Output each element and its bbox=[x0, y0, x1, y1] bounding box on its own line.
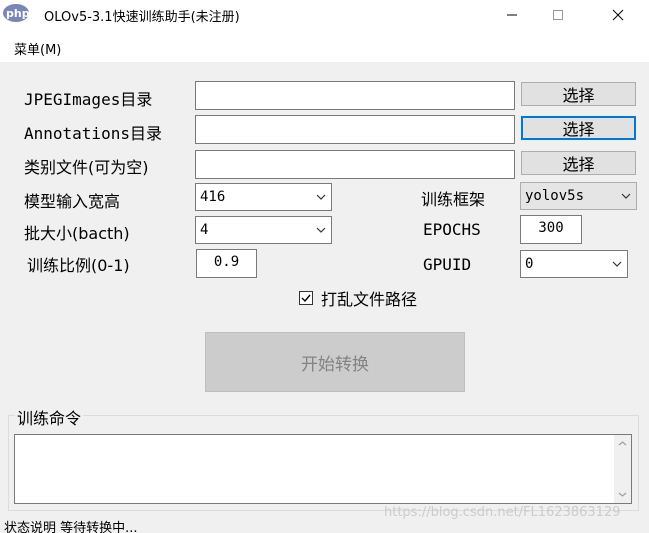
svg-text:php: php bbox=[6, 7, 30, 20]
chevron-down-icon bbox=[311, 217, 331, 243]
shuffle-checkbox[interactable] bbox=[299, 291, 313, 305]
framework-value: yolov5s bbox=[525, 188, 585, 204]
jpeg-dir-input[interactable] bbox=[195, 81, 515, 110]
close-button[interactable] bbox=[595, 0, 641, 30]
close-icon bbox=[612, 9, 624, 21]
epochs-input[interactable]: 300 bbox=[520, 215, 582, 244]
classes-file-label: 类别文件(可为空) bbox=[24, 158, 149, 177]
menu-bar: 菜单(M) bbox=[0, 36, 649, 60]
menu-item-menu[interactable]: 菜单(M) bbox=[14, 39, 61, 58]
maximize-button[interactable] bbox=[535, 0, 581, 30]
scroll-down-arrow-icon[interactable] bbox=[614, 486, 631, 503]
client-area: JPEGImages目录 选择 Annotations目录 选择 类别文件(可为… bbox=[0, 62, 649, 517]
batch-size-select[interactable]: 4 bbox=[195, 216, 332, 244]
input-size-value: 416 bbox=[200, 189, 226, 205]
shuffle-checkbox-row[interactable]: 打乱文件路径 bbox=[299, 288, 418, 309]
minimize-icon bbox=[507, 14, 517, 16]
chevron-down-icon bbox=[616, 183, 636, 209]
maximize-icon bbox=[553, 10, 563, 20]
scroll-up-arrow-icon[interactable] bbox=[614, 435, 631, 452]
train-ratio-input[interactable]: 0.9 bbox=[196, 249, 257, 278]
batch-size-value: 4 bbox=[200, 222, 209, 238]
jpeg-select-button[interactable]: 选择 bbox=[521, 82, 636, 106]
start-convert-button[interactable]: 开始转换 bbox=[205, 332, 465, 392]
train-ratio-label: 训练比例(0-1) bbox=[27, 256, 130, 275]
app-window: php OLOv5-3.1快速训练助手(未注册) 菜单(M) JPEGImage… bbox=[0, 0, 649, 533]
batch-size-label: 批大小(bacth) bbox=[24, 224, 130, 243]
annotations-dir-label: Annotations目录 bbox=[24, 124, 162, 143]
chevron-down-icon bbox=[607, 251, 627, 277]
minimize-button[interactable] bbox=[489, 0, 535, 30]
shuffle-label: 打乱文件路径 bbox=[321, 290, 418, 309]
chevron-down-icon bbox=[311, 184, 331, 210]
input-size-select[interactable]: 416 bbox=[195, 183, 332, 211]
epochs-label: EPOCHS bbox=[423, 220, 481, 239]
title-bar[interactable]: php OLOv5-3.1快速训练助手(未注册) bbox=[0, 0, 649, 30]
command-scrollbar[interactable] bbox=[614, 435, 631, 503]
command-group-title: 训练命令 bbox=[15, 405, 84, 429]
checkmark-icon bbox=[301, 294, 311, 303]
framework-label: 训练框架 bbox=[421, 190, 486, 209]
framework-select[interactable]: yolov5s bbox=[520, 182, 637, 210]
watermark: https://blog.csdn.net/FL1623863129 bbox=[384, 505, 621, 520]
classes-file-input[interactable] bbox=[195, 150, 515, 179]
annotations-select-button[interactable]: 选择 bbox=[521, 116, 636, 140]
window-title: OLOv5-3.1快速训练助手(未注册) bbox=[44, 10, 240, 25]
annotations-dir-input[interactable] bbox=[195, 115, 515, 144]
status-text: 状态说明 等待转换中... bbox=[4, 521, 138, 533]
input-size-label: 模型输入宽高 bbox=[24, 192, 121, 211]
command-textarea[interactable] bbox=[14, 434, 632, 504]
gpuid-label: GPUID bbox=[423, 255, 472, 274]
gpuid-select[interactable]: 0 bbox=[520, 250, 628, 278]
jpeg-dir-label: JPEGImages目录 bbox=[24, 90, 153, 109]
gpuid-value: 0 bbox=[525, 256, 534, 272]
classes-select-button[interactable]: 选择 bbox=[521, 151, 636, 175]
